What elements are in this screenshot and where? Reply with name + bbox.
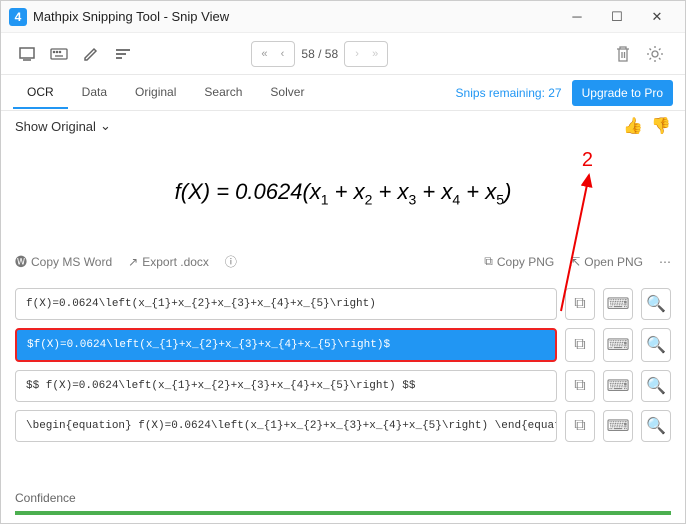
tab-search[interactable]: Search [190, 77, 256, 109]
tab-ocr[interactable]: OCR [13, 77, 68, 109]
code-row: f(X)=0.0624\left(x_{1}+x_{2}+x_{3}+x_{4}… [15, 288, 671, 320]
next-page-button[interactable]: › [348, 44, 366, 64]
open-icon: ⇱ [570, 255, 580, 269]
keyboard-button[interactable]: ⌨ [603, 288, 633, 320]
copy-icon: ⧉ [484, 254, 493, 269]
keyboard-button[interactable]: ⌨ [603, 370, 633, 402]
code-inline[interactable]: $f(X)=0.0624\left(x_{1}+x_{2}+x_{3}+x_{4… [15, 328, 557, 362]
show-original-label: Show Original [15, 119, 96, 134]
prev-page-button[interactable]: ‹ [273, 44, 291, 64]
confidence-label: Confidence [15, 491, 671, 505]
code-row: $f(X)=0.0624\left(x_{1}+x_{2}+x_{3}+x_{4… [15, 328, 671, 362]
equation-preview: f(X) = 0.0624(x1 + x2 + x3 + x4 + x5) 2 [1, 141, 685, 246]
show-original-toggle[interactable]: Show Original ⌄ [15, 118, 111, 134]
tabs: OCR Data Original Search Solver Snips re… [1, 75, 685, 111]
copy-button[interactable]: ⧉ [565, 328, 595, 362]
word-icon: 🅦 [15, 253, 27, 270]
copy-ms-word-button[interactable]: 🅦 Copy MS Word [15, 253, 112, 270]
export-docx-button[interactable]: ↗ Export .docx [128, 255, 209, 269]
confidence-bar [15, 511, 671, 515]
close-button[interactable]: ✕ [637, 3, 677, 31]
window-title: Mathpix Snipping Tool - Snip View [33, 9, 557, 24]
titlebar: 4 Mathpix Snipping Tool - Snip View ─ ☐ … [1, 1, 685, 33]
copy-button[interactable]: ⧉ [565, 370, 595, 402]
keyboard-icon[interactable] [45, 40, 73, 68]
original-row: Show Original ⌄ 👍 👎 [1, 111, 685, 141]
thumbs-up-icon[interactable]: 👍 [623, 116, 643, 136]
search-button[interactable]: 🔍 [641, 288, 671, 320]
code-display[interactable]: $$ f(X)=0.0624\left(x_{1}+x_{2}+x_{3}+x_… [15, 370, 557, 402]
code-row: $$ f(X)=0.0624\left(x_{1}+x_{2}+x_{3}+x_… [15, 370, 671, 402]
action-bar: «‹ 58 / 58 ›» [1, 33, 685, 75]
open-png-button[interactable]: ⇱ Open PNG [570, 254, 643, 269]
confidence-section: Confidence [1, 481, 685, 523]
pager: «‹ 58 / 58 ›» [251, 41, 388, 67]
copy-button[interactable]: ⧉ [565, 288, 595, 320]
search-button[interactable]: 🔍 [641, 370, 671, 402]
search-button[interactable]: 🔍 [641, 410, 671, 442]
chevron-down-icon: ⌄ [100, 118, 111, 134]
copy-ms-word-label: Copy MS Word [31, 255, 112, 269]
last-page-button[interactable]: » [366, 44, 384, 64]
snip-screen-icon[interactable] [13, 40, 41, 68]
code-plain[interactable]: f(X)=0.0624\left(x_{1}+x_{2}+x_{3}+x_{4}… [15, 288, 557, 320]
code-equation[interactable]: \begin{equation} f(X)=0.0624\left(x_{1}+… [15, 410, 557, 442]
export-docx-label: Export .docx [142, 255, 209, 269]
upgrade-button[interactable]: Upgrade to Pro [572, 80, 673, 106]
edit-icon[interactable] [77, 40, 105, 68]
copy-png-label: Copy PNG [497, 255, 554, 269]
search-button[interactable]: 🔍 [641, 328, 671, 362]
copy-png-button[interactable]: ⧉ Copy PNG [484, 254, 554, 269]
tab-solver[interactable]: Solver [256, 77, 318, 109]
settings-icon[interactable] [641, 40, 669, 68]
tab-original[interactable]: Original [121, 77, 190, 109]
minimize-button[interactable]: ─ [557, 3, 597, 31]
list-icon[interactable] [109, 40, 137, 68]
trash-icon[interactable] [609, 40, 637, 68]
export-bar: 🅦Copy MS Word ↗Export .docx ⓘ ⧉Copy PNG … [1, 246, 685, 278]
more-icon[interactable]: ⋯ [659, 254, 671, 269]
code-row: \begin{equation} f(X)=0.0624\left(x_{1}+… [15, 410, 671, 442]
annotation-number: 2 [582, 149, 593, 172]
page-number: 58 / 58 [301, 47, 338, 61]
keyboard-button[interactable]: ⌨ [603, 410, 633, 442]
maximize-button[interactable]: ☐ [597, 3, 637, 31]
thumbs-down-icon[interactable]: 👎 [651, 116, 671, 136]
snips-remaining: Snips remaining: 27 [456, 86, 562, 100]
export-icon: ↗ [128, 255, 138, 269]
copy-button[interactable]: ⧉ [565, 410, 595, 442]
info-icon[interactable]: ⓘ [225, 253, 237, 270]
code-list: f(X)=0.0624\left(x_{1}+x_{2}+x_{3}+x_{4}… [1, 278, 685, 452]
tab-data[interactable]: Data [68, 77, 121, 109]
keyboard-button[interactable]: ⌨ [603, 328, 633, 362]
app-logo: 4 [9, 8, 27, 26]
first-page-button[interactable]: « [255, 44, 273, 64]
open-png-label: Open PNG [584, 255, 643, 269]
